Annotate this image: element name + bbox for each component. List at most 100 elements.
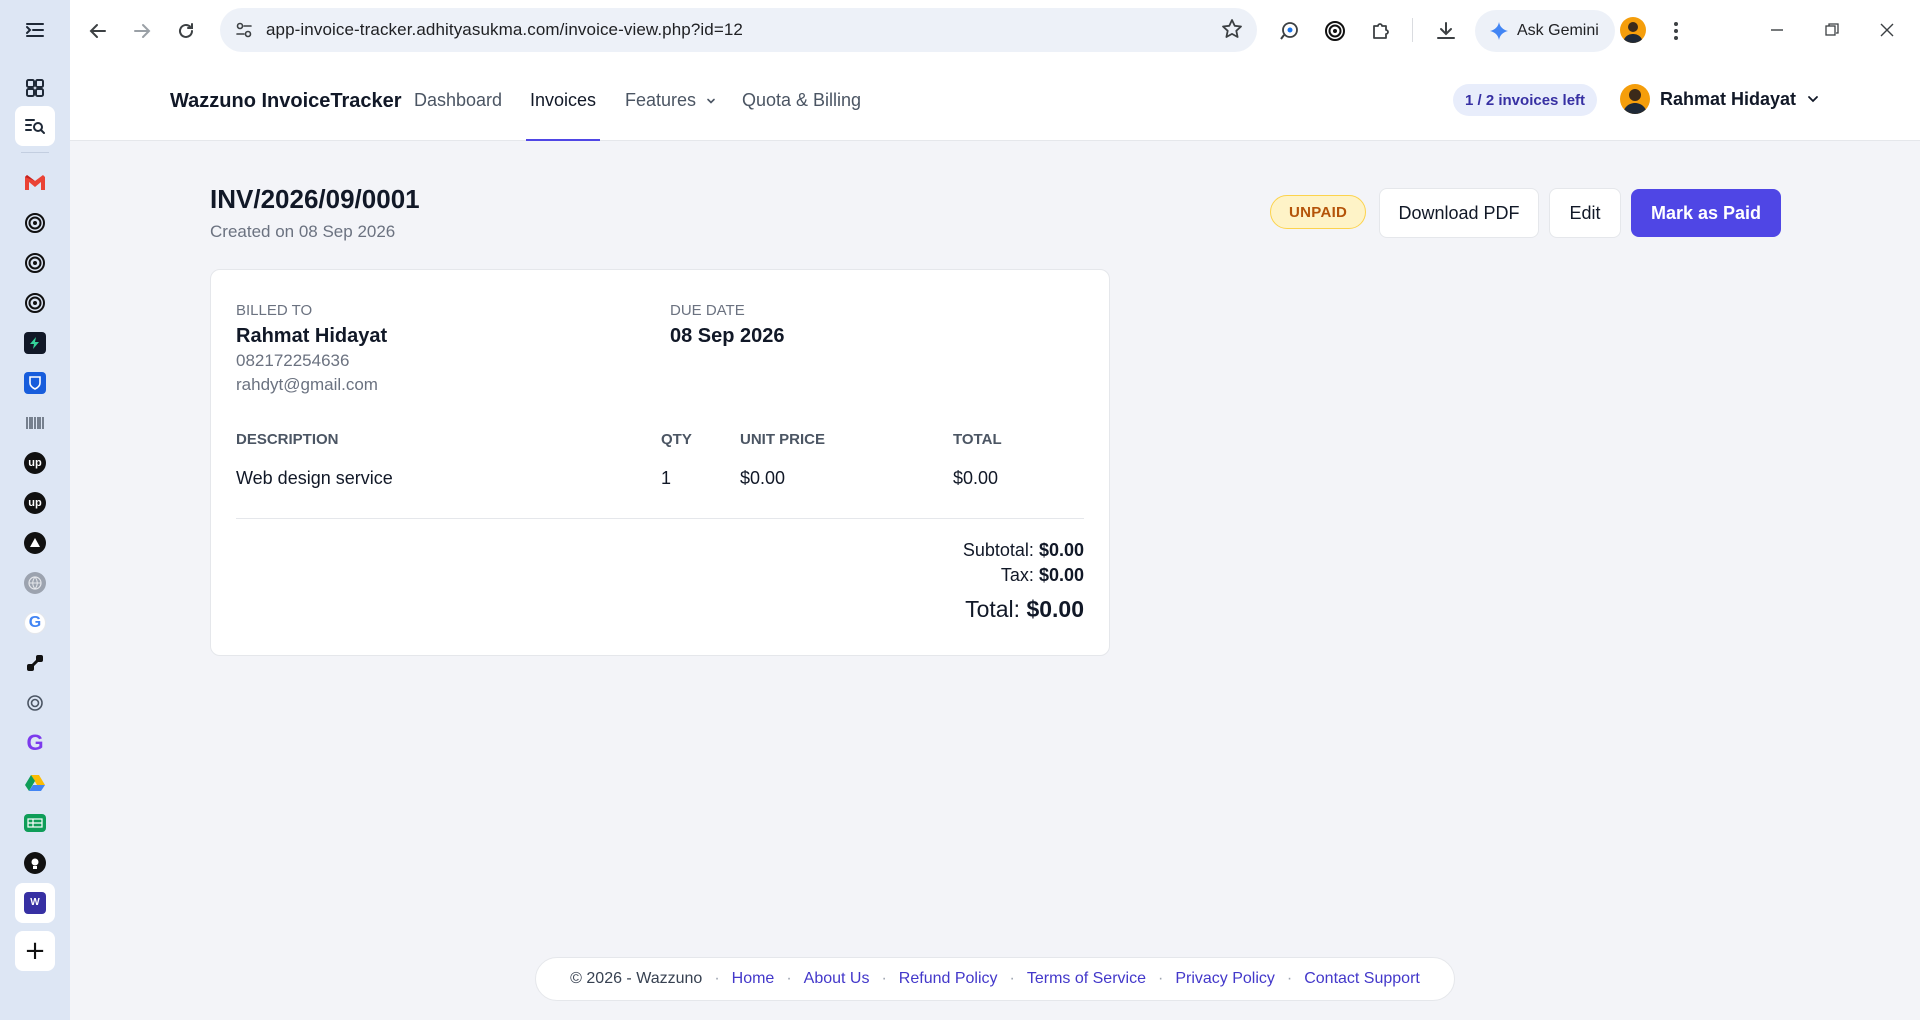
google-icon[interactable]: G [15, 603, 55, 643]
subtotal-line: Subtotal: $0.00 [963, 540, 1084, 561]
nav-quota-billing[interactable]: Quota & Billing [742, 90, 861, 141]
footer-link-support[interactable]: Contact Support [1304, 970, 1420, 988]
tax-label: Tax: [1000, 565, 1034, 585]
card-divider [236, 518, 1084, 519]
footer-link-terms[interactable]: Terms of Service [1027, 970, 1146, 988]
sheets-icon[interactable] [15, 803, 55, 843]
collapse-sidebar-icon[interactable] [15, 10, 55, 50]
upwork-icon[interactable]: up [15, 483, 55, 523]
tax-line: Tax: $0.00 [1001, 565, 1084, 586]
column-unit-price: UNIT PRICE [740, 431, 826, 448]
address-bar[interactable]: app-invoice-tracker.adhityasukma.com/inv… [220, 8, 1257, 52]
add-app-icon[interactable]: + [15, 931, 55, 971]
extensions-puzzle-icon[interactable] [1361, 11, 1401, 51]
target-extension-icon[interactable] [1315, 11, 1355, 51]
wazzuno-icon[interactable]: W [15, 883, 55, 923]
app-header: Wazzuno InvoiceTracker Dashboard Invoice… [70, 62, 1920, 141]
footer-link-privacy[interactable]: Privacy Policy [1175, 970, 1275, 988]
item-unit-price: $0.00 [740, 468, 786, 488]
link-icon[interactable] [15, 643, 55, 683]
forward-icon[interactable] [122, 11, 162, 51]
invoice-created-date: Created on 08 Sep 2026 [210, 222, 396, 241]
chevron-down-icon [1808, 96, 1818, 103]
column-description: DESCRIPTION [236, 431, 339, 448]
browser-menu-icon[interactable] [1656, 11, 1696, 51]
invoice-card: BILLED TO Rahmat Hidayat 082172254636 ra… [210, 269, 1110, 656]
footer-link-about[interactable]: About Us [804, 970, 870, 988]
close-window-icon[interactable] [1865, 10, 1909, 50]
nav-dashboard[interactable]: Dashboard [414, 90, 502, 141]
lens-chat-icon[interactable] [1269, 11, 1309, 51]
user-name: Rahmat Hidayat [1660, 88, 1797, 109]
user-menu[interactable]: Rahmat Hidayat [1620, 84, 1820, 114]
browser-toolbar: app-invoice-tracker.adhityasukma.com/inv… [70, 0, 1920, 62]
footer-separator: · [1009, 970, 1015, 987]
back-icon[interactable] [78, 11, 118, 51]
footer-link-refund[interactable]: Refund Policy [899, 970, 998, 988]
item-description: Web design service [236, 468, 393, 488]
globe-icon[interactable] [15, 563, 55, 603]
mark-as-paid-button[interactable]: Mark as Paid [1631, 189, 1781, 237]
gemini-sparkle-icon [1490, 22, 1508, 40]
nav-invoices[interactable]: Invoices [525, 90, 601, 141]
footer-separator: · [1157, 970, 1164, 987]
download-icon[interactable] [1426, 11, 1466, 51]
bolt-icon[interactable] [15, 323, 55, 363]
tab-grid-icon[interactable] [15, 68, 55, 108]
column-qty: QTY [661, 431, 692, 448]
target-icon[interactable] [15, 283, 55, 323]
target-icon[interactable] [15, 243, 55, 283]
footer-separator: · [881, 970, 887, 987]
brand-logo[interactable]: Wazzuno InvoiceTracker [170, 90, 402, 113]
chevron-down-icon [707, 98, 715, 104]
footer-link-home[interactable]: Home [732, 970, 775, 988]
reload-icon[interactable] [166, 11, 206, 51]
footer-separator: · [786, 970, 792, 987]
status-badge: UNPAID [1270, 195, 1367, 229]
edit-button[interactable]: Edit [1549, 188, 1621, 238]
toolbar-divider [1412, 18, 1413, 42]
quota-badge: 1 / 2 invoices left [1453, 84, 1598, 116]
upwork-icon[interactable]: up [15, 443, 55, 483]
footer-separator: · [714, 970, 720, 987]
ask-gemini-button[interactable]: Ask Gemini [1475, 10, 1615, 52]
openai-icon[interactable] [15, 683, 55, 723]
github-icon[interactable] [15, 843, 55, 883]
sidebar-divider [21, 152, 49, 153]
nav-features[interactable]: Features [625, 90, 717, 141]
client-name: Rahmat Hidayat [236, 325, 388, 347]
column-total: TOTAL [953, 431, 1002, 448]
page-footer: © 2026 - Wazzuno · Home · About Us · Ref… [535, 957, 1455, 1001]
browser-vertical-sidebar: up up G G W + [0, 0, 70, 1020]
page-viewport: Wazzuno InvoiceTracker Dashboard Invoice… [70, 62, 1920, 1020]
browser-profile-avatar[interactable] [1620, 17, 1646, 43]
item-qty: 1 [661, 468, 672, 488]
gmail-icon[interactable] [15, 163, 55, 203]
tax-value: $0.00 [1038, 565, 1084, 585]
download-pdf-button[interactable]: Download PDF [1379, 188, 1539, 238]
triangle-icon[interactable] [15, 523, 55, 563]
subtotal-label: Subtotal: [962, 540, 1034, 560]
bitwarden-icon[interactable] [15, 363, 55, 403]
barcode-icon[interactable] [15, 403, 55, 443]
grand-total-line: Total: $0.00 [965, 596, 1084, 623]
subtotal-value: $0.00 [1038, 540, 1084, 560]
site-info-icon[interactable] [232, 18, 256, 42]
tab-search-icon[interactable] [15, 106, 55, 146]
due-date-label: DUE DATE [670, 302, 745, 319]
target-icon[interactable] [15, 203, 55, 243]
invoice-number: INV/2026/09/0001 [210, 184, 420, 214]
bookmark-star-icon[interactable] [1221, 18, 1243, 45]
drive-icon[interactable] [15, 763, 55, 803]
avatar [1620, 84, 1650, 114]
item-total: $0.00 [953, 468, 999, 488]
ask-gemini-label: Ask Gemini [1517, 22, 1599, 39]
minimize-icon[interactable] [1755, 10, 1799, 50]
url-text[interactable]: app-invoice-tracker.adhityasukma.com/inv… [266, 20, 743, 40]
copyright-text: © 2026 - Wazzuno [570, 970, 703, 987]
restore-icon[interactable] [1810, 10, 1854, 50]
nav-features-label: Features [625, 90, 697, 110]
total-label: Total: [965, 596, 1021, 622]
billed-to-label: BILLED TO [236, 302, 313, 319]
g-brand-icon[interactable]: G [15, 723, 55, 763]
